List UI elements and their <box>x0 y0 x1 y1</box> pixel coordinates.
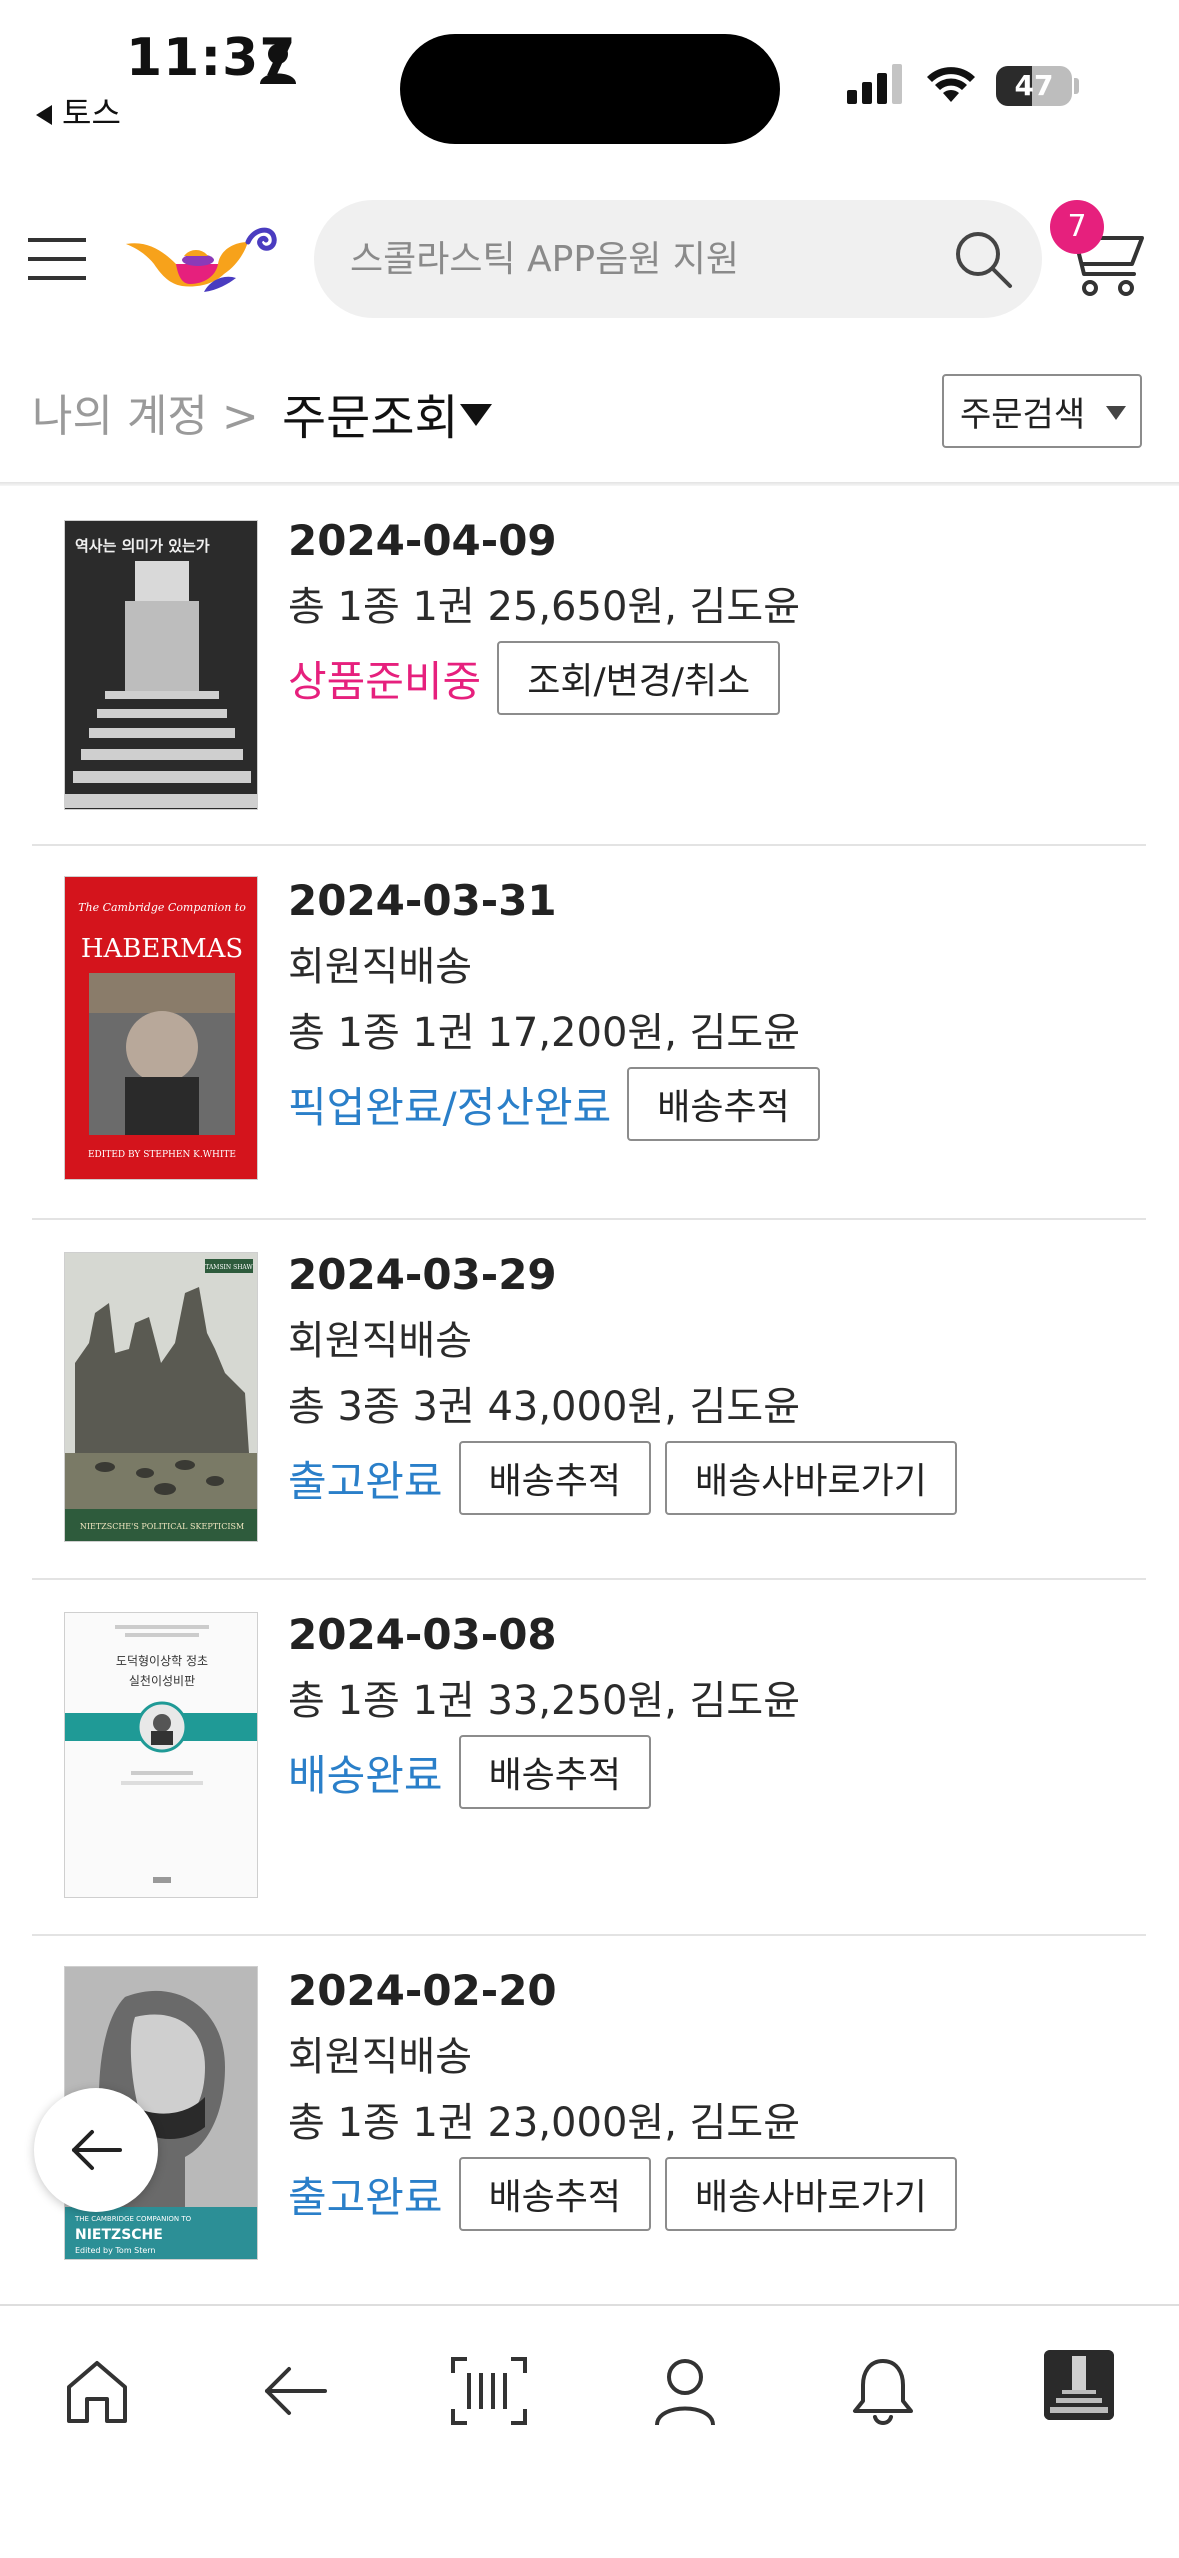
person-icon <box>260 44 296 84</box>
cover-title-text: NIETZSCHE'S POLITICAL SKEPTICISM <box>80 1522 244 1531</box>
order-info: 2024-03-31 회원직배송 총 1종 1권 17,200원, 김도윤 픽업… <box>288 868 834 1142</box>
nav-back[interactable] <box>250 2346 340 2436</box>
order-search-label: 주문검색 <box>960 394 1086 435</box>
wifi-icon <box>927 67 975 102</box>
book-cover[interactable]: TAMSIN SHAW NIETZSCHE'S POLITICAL SKEPTI… <box>64 1252 258 1542</box>
book-cover[interactable]: 도덕형이상학 정초 실천이성비판 <box>64 1612 258 1898</box>
track-delivery-button[interactable]: 배송추적 <box>458 2157 652 2231</box>
cover-title-text: HABERMAS <box>81 934 243 964</box>
recent-item-thumbnail[interactable] <box>1044 2350 1114 2420</box>
order-status: 출고완료 <box>288 2172 443 2222</box>
delivery-method: 회원직배송 <box>288 1318 472 1364</box>
home-icon <box>67 2361 127 2423</box>
cover-series-text: The Cambridge Companion to <box>78 901 246 914</box>
book-cover-art: The Cambridge Companion to HABERMAS EDIT… <box>65 877 257 1179</box>
page-title[interactable]: 주문조회 <box>282 378 459 448</box>
hamburger-menu-icon[interactable] <box>28 236 86 282</box>
order-date[interactable]: 2024-02-20 <box>288 1958 971 2024</box>
cover-title-text: 역사는 의미가 있는가 <box>75 537 210 555</box>
nav-notifications[interactable] <box>838 2346 928 2436</box>
order-item: TAMSIN SHAW NIETZSCHE'S POLITICAL SKEPTI… <box>32 1220 1146 1580</box>
back-arrow-icon <box>265 2367 327 2415</box>
dynamic-island <box>400 34 780 144</box>
cover-series-text: THE CAMBRIDGE COMPANION TO <box>74 2215 192 2223</box>
order-info: 2024-03-29 회원직배송 총 3종 3권 43,000원, 김도윤 출고… <box>288 1242 971 1516</box>
cover-title-text: NIETZSCHE <box>75 2227 163 2243</box>
order-search-button[interactable]: 주문검색 <box>942 374 1142 448</box>
cover-subtitle-text: 실천이성비판 <box>129 1673 195 1688</box>
back-to-app-link[interactable]: 토스 <box>36 88 121 134</box>
battery-indicator: 47 <box>996 66 1079 106</box>
track-delivery-button[interactable]: 배송추적 <box>458 1441 652 1515</box>
breadcrumb-my-account[interactable]: 나의 계정 > <box>32 380 259 444</box>
order-date[interactable]: 2024-03-08 <box>288 1602 800 1668</box>
battery-level: 47 <box>1014 69 1054 102</box>
search-input[interactable] <box>350 200 930 318</box>
order-item: The Cambridge Companion to HABERMAS EDIT… <box>32 846 1146 1220</box>
nav-my-page[interactable] <box>640 2346 730 2436</box>
book-cover-art: TAMSIN SHAW NIETZSCHE'S POLITICAL SKEPTI… <box>65 1253 257 1541</box>
order-status: 픽업완료/정산완료 <box>288 1082 612 1132</box>
nav-barcode-scan[interactable] <box>444 2346 534 2436</box>
cover-title-text: 도덕형이상학 정초 <box>116 1654 208 1668</box>
order-item: 역사는 의미가 있는가 2024-04-09 총 1종 1권 25,650원, … <box>32 486 1146 846</box>
book-cover-art: 도덕형이상학 정초 실천이성비판 <box>65 1613 257 1897</box>
book-cover[interactable]: 역사는 의미가 있는가 <box>64 520 258 810</box>
order-summary: 총 1종 1권 33,250원, 김도윤 <box>288 1678 801 1724</box>
book-cover[interactable]: The Cambridge Companion to HABERMAS EDIT… <box>64 876 258 1180</box>
go-to-courier-button[interactable]: 배송사바로가기 <box>665 1441 957 1515</box>
profile-icon <box>655 2359 715 2426</box>
recent-book-image <box>1044 2350 1114 2420</box>
aladin-lamp-logo[interactable] <box>124 214 280 300</box>
order-summary: 총 3종 3권 43,000원, 김도윤 <box>288 1384 801 1430</box>
order-status: 출고완료 <box>288 1456 443 1506</box>
cover-editor-text: Edited by Tom Stern <box>75 2246 156 2255</box>
view-change-cancel-button[interactable]: 조회/변경/취소 <box>497 641 781 715</box>
nav-home[interactable] <box>52 2346 142 2436</box>
book-cover-art: 역사는 의미가 있는가 <box>65 521 257 809</box>
back-app-label: 토스 <box>62 94 121 132</box>
order-item: THE CAMBRIDGE COMPANION TO NIETZSCHE Edi… <box>32 1936 1146 2304</box>
order-date[interactable]: 2024-04-09 <box>288 508 800 574</box>
status-bar: 11:37 토스 47 <box>0 0 1179 160</box>
order-summary: 총 1종 1권 25,650원, 김도윤 <box>288 584 801 630</box>
order-status: 상품준비중 <box>288 656 482 706</box>
back-triangle-icon <box>36 105 52 125</box>
order-date[interactable]: 2024-03-31 <box>288 868 834 934</box>
go-to-courier-button[interactable]: 배송사바로가기 <box>665 2157 957 2231</box>
cart-count-badge: 7 <box>1050 200 1104 254</box>
order-status: 배송완료 <box>288 1750 443 1800</box>
floating-back-button[interactable] <box>34 2088 158 2212</box>
order-summary: 총 1종 1권 17,200원, 김도윤 <box>288 1010 801 1056</box>
arrow-left-icon <box>72 2130 122 2170</box>
barcode-scan-icon <box>451 2357 527 2425</box>
order-info: 2024-02-20 회원직배송 총 1종 1권 23,000원, 김도윤 출고… <box>288 1958 971 2232</box>
bell-icon <box>853 2359 913 2425</box>
caret-down-icon <box>1106 406 1126 420</box>
order-info: 2024-04-09 총 1종 1권 25,650원, 김도윤 상품준비중 조회… <box>288 508 800 716</box>
order-date[interactable]: 2024-03-29 <box>288 1242 971 1308</box>
search-icon[interactable] <box>952 228 1014 290</box>
track-delivery-button[interactable]: 배송추적 <box>458 1735 652 1809</box>
cover-editor-text: EDITED BY STEPHEN K.WHITE <box>88 1150 236 1160</box>
order-item: 도덕형이상학 정초 실천이성비판 2024-03-08 총 1종 1권 33,2… <box>32 1580 1146 1936</box>
cellular-signal-icon <box>847 64 902 104</box>
delivery-method: 회원직배송 <box>288 944 472 990</box>
delivery-method: 회원직배송 <box>288 2034 472 2080</box>
search-bar[interactable] <box>314 200 1042 318</box>
caret-down-icon[interactable] <box>460 404 492 426</box>
track-delivery-button[interactable]: 배송추적 <box>627 1067 820 1141</box>
order-summary: 총 1종 1권 23,000원, 김도윤 <box>288 2100 801 2146</box>
bottom-navigation <box>0 2304 1179 2558</box>
cover-author-text: TAMSIN SHAW <box>205 1264 253 1271</box>
order-info: 2024-03-08 총 1종 1권 33,250원, 김도윤 배송완료 배송추… <box>288 1602 800 1810</box>
